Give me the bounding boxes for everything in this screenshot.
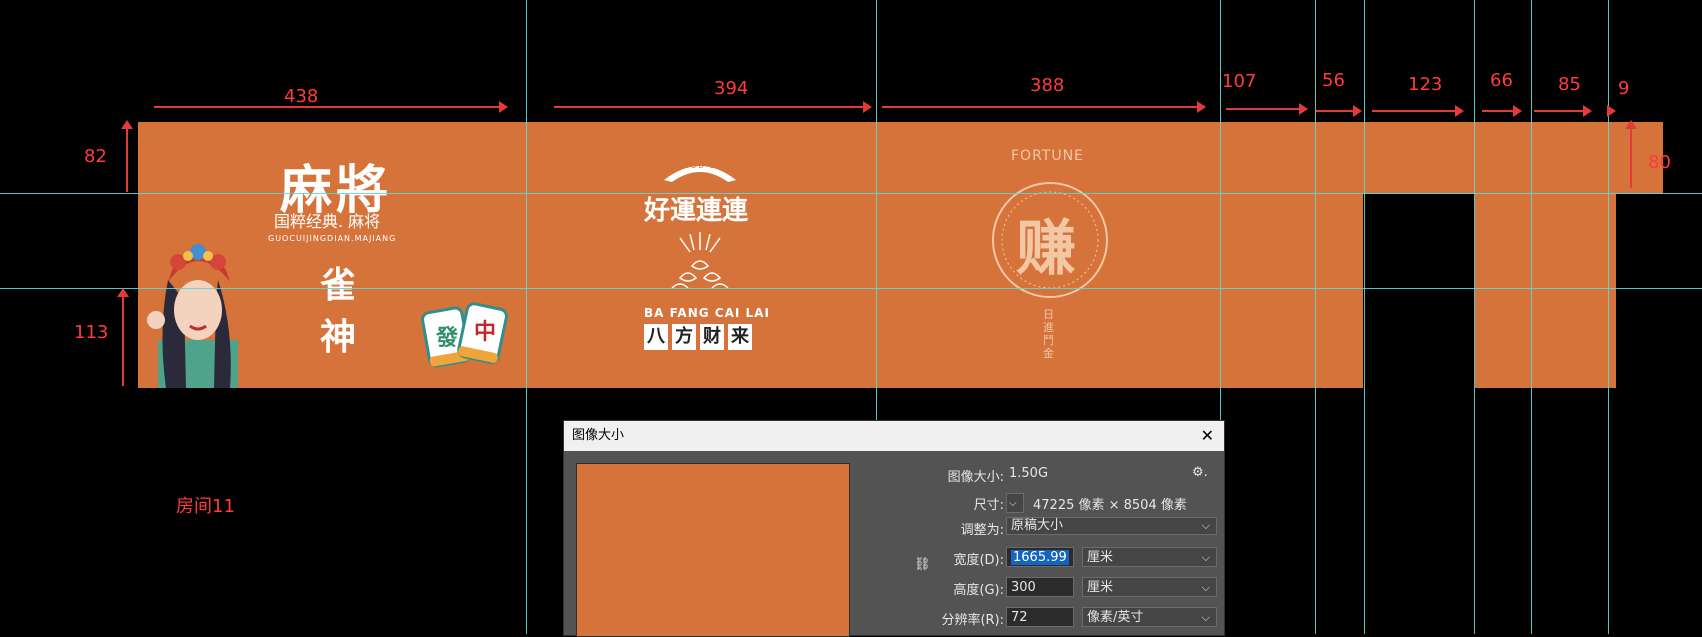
dimension-label: 66 [1490,70,1513,91]
dimension-arrow [1534,105,1592,117]
resolution-unit: 像素/英寸 [1087,610,1144,625]
char-box: 财 [700,324,724,350]
good-luck-arc-text: GOOD LUCK [676,162,737,170]
image-size-label: 图像大小: [947,470,1004,485]
mahjong-tile-fa: 發 [436,326,459,351]
guide-horizontal [0,288,1702,289]
dialog-titlebar: 图像大小 ✕ [564,421,1224,451]
dimension-arrow-vertical [117,288,129,386]
dimension-arrow [1482,105,1522,117]
guide-vertical [1315,0,1316,634]
fit-to-select[interactable]: 原稿大小 ⌵ [1006,517,1217,535]
char-box: 方 [672,324,696,350]
dimension-arrow [154,101,508,113]
image-size-dialog: 图像大小 ✕ 图像大小: 1.50G ⚙. 尺寸: ⌵ 47225 像素 × 8… [563,420,1225,637]
fit-to-value: 原稿大小 [1011,518,1064,533]
panel3-fortune: FORTUNE [1011,148,1084,164]
resolution-unit-select[interactable]: 像素/英寸 ⌵ [1082,607,1217,627]
dimension-arrow-vertical [1625,120,1637,188]
panel2-pinyin: BA FANG CAI LAI [644,306,770,320]
dimension-arrow [882,101,1206,113]
dimension-arrow [1226,103,1308,115]
dimension-label: 113 [74,322,109,343]
guide-vertical [1608,0,1609,634]
opera-girl-illustration [147,244,238,388]
panel3-vertical-text: 日進鬥金 [1043,308,1054,360]
dimension-label: 85 [1558,74,1581,95]
char-box: 八 [644,324,668,350]
panel1-god2: 神 [320,316,357,358]
banner-segment [1363,122,1531,194]
dimension-label: 107 [1222,71,1257,92]
dimension-label: 80 [1648,152,1671,173]
panel1-god1: 雀 [320,264,357,306]
panel2-title: 好運連連 [644,196,749,226]
close-icon[interactable]: ✕ [1201,421,1214,451]
chevron-down-icon: ⌵ [1201,519,1210,532]
fit-to-label: 调整为: [960,523,1004,538]
dimension-arrow-vertical [121,120,133,192]
dimension-label: 388 [1030,75,1065,96]
dimension-label: 123 [1408,74,1443,95]
dimension-label: 82 [84,146,107,167]
panel2-char-boxes: 八 方 财 来 [644,324,752,350]
panel3-seal-char: 赚 [1016,214,1076,284]
width-unit-select[interactable]: 厘米 ⌵ [1082,547,1217,567]
dimension-arrow [1607,105,1616,117]
banner-segment [1531,122,1614,388]
guide-vertical [1531,0,1532,634]
panel1-subtitle: 国粹经典. 麻将 [274,212,381,231]
dimensions-label: 尺寸: [973,498,1004,513]
dimension-arrow [1372,105,1464,117]
dimensions-value: 47225 像素 × 8504 像素 [1033,498,1187,513]
char-box: 来 [728,324,752,350]
height-label: 高度(G): [953,583,1004,598]
chevron-down-icon: ⌵ [1201,551,1210,564]
banner-strip [1608,122,1616,388]
dimension-arrow [1316,105,1362,117]
gear-icon[interactable]: ⚙. [1192,465,1208,480]
height-input[interactable]: 300 [1006,577,1074,597]
dimension-arrow [554,101,872,113]
guide-vertical [526,0,527,634]
gold-ingot-icon [671,232,729,289]
chevron-down-icon: ⌵ [1201,581,1210,594]
resolution-label: 分辨率(R): [941,613,1004,628]
width-label: 宽度(D): [953,553,1004,568]
width-input[interactable]: 1665.99 [1006,547,1074,567]
height-unit-select[interactable]: 厘米 ⌵ [1082,577,1217,597]
dimension-label: 438 [284,86,319,107]
chevron-down-icon: ⌵ [1201,611,1210,624]
dialog-title: 图像大小 [572,428,625,443]
guide-horizontal [0,193,1702,194]
panel1-pinyin: GUOCUIJINGDIAN.MAJIANG [268,234,397,243]
banner-segment [1475,194,1531,388]
dimension-label: 394 [714,78,749,99]
resolution-input[interactable]: 72 [1006,607,1074,627]
image-size-value: 1.50G [1009,466,1049,481]
width-unit: 厘米 [1087,550,1114,565]
image-preview [576,463,850,637]
width-value: 1665.99 [1011,550,1069,565]
dimension-label: 56 [1322,70,1345,91]
dimension-label: 9 [1618,78,1630,99]
room-label: 房间11 [176,496,235,517]
guide-vertical [1364,0,1365,634]
height-unit: 厘米 [1087,580,1114,595]
mahjong-tiles-icon [421,302,508,368]
dimensions-dropdown-icon[interactable]: ⌵ [1006,493,1024,513]
mahjong-tile-zhong: 中 [474,320,497,345]
guide-vertical [1474,0,1475,634]
